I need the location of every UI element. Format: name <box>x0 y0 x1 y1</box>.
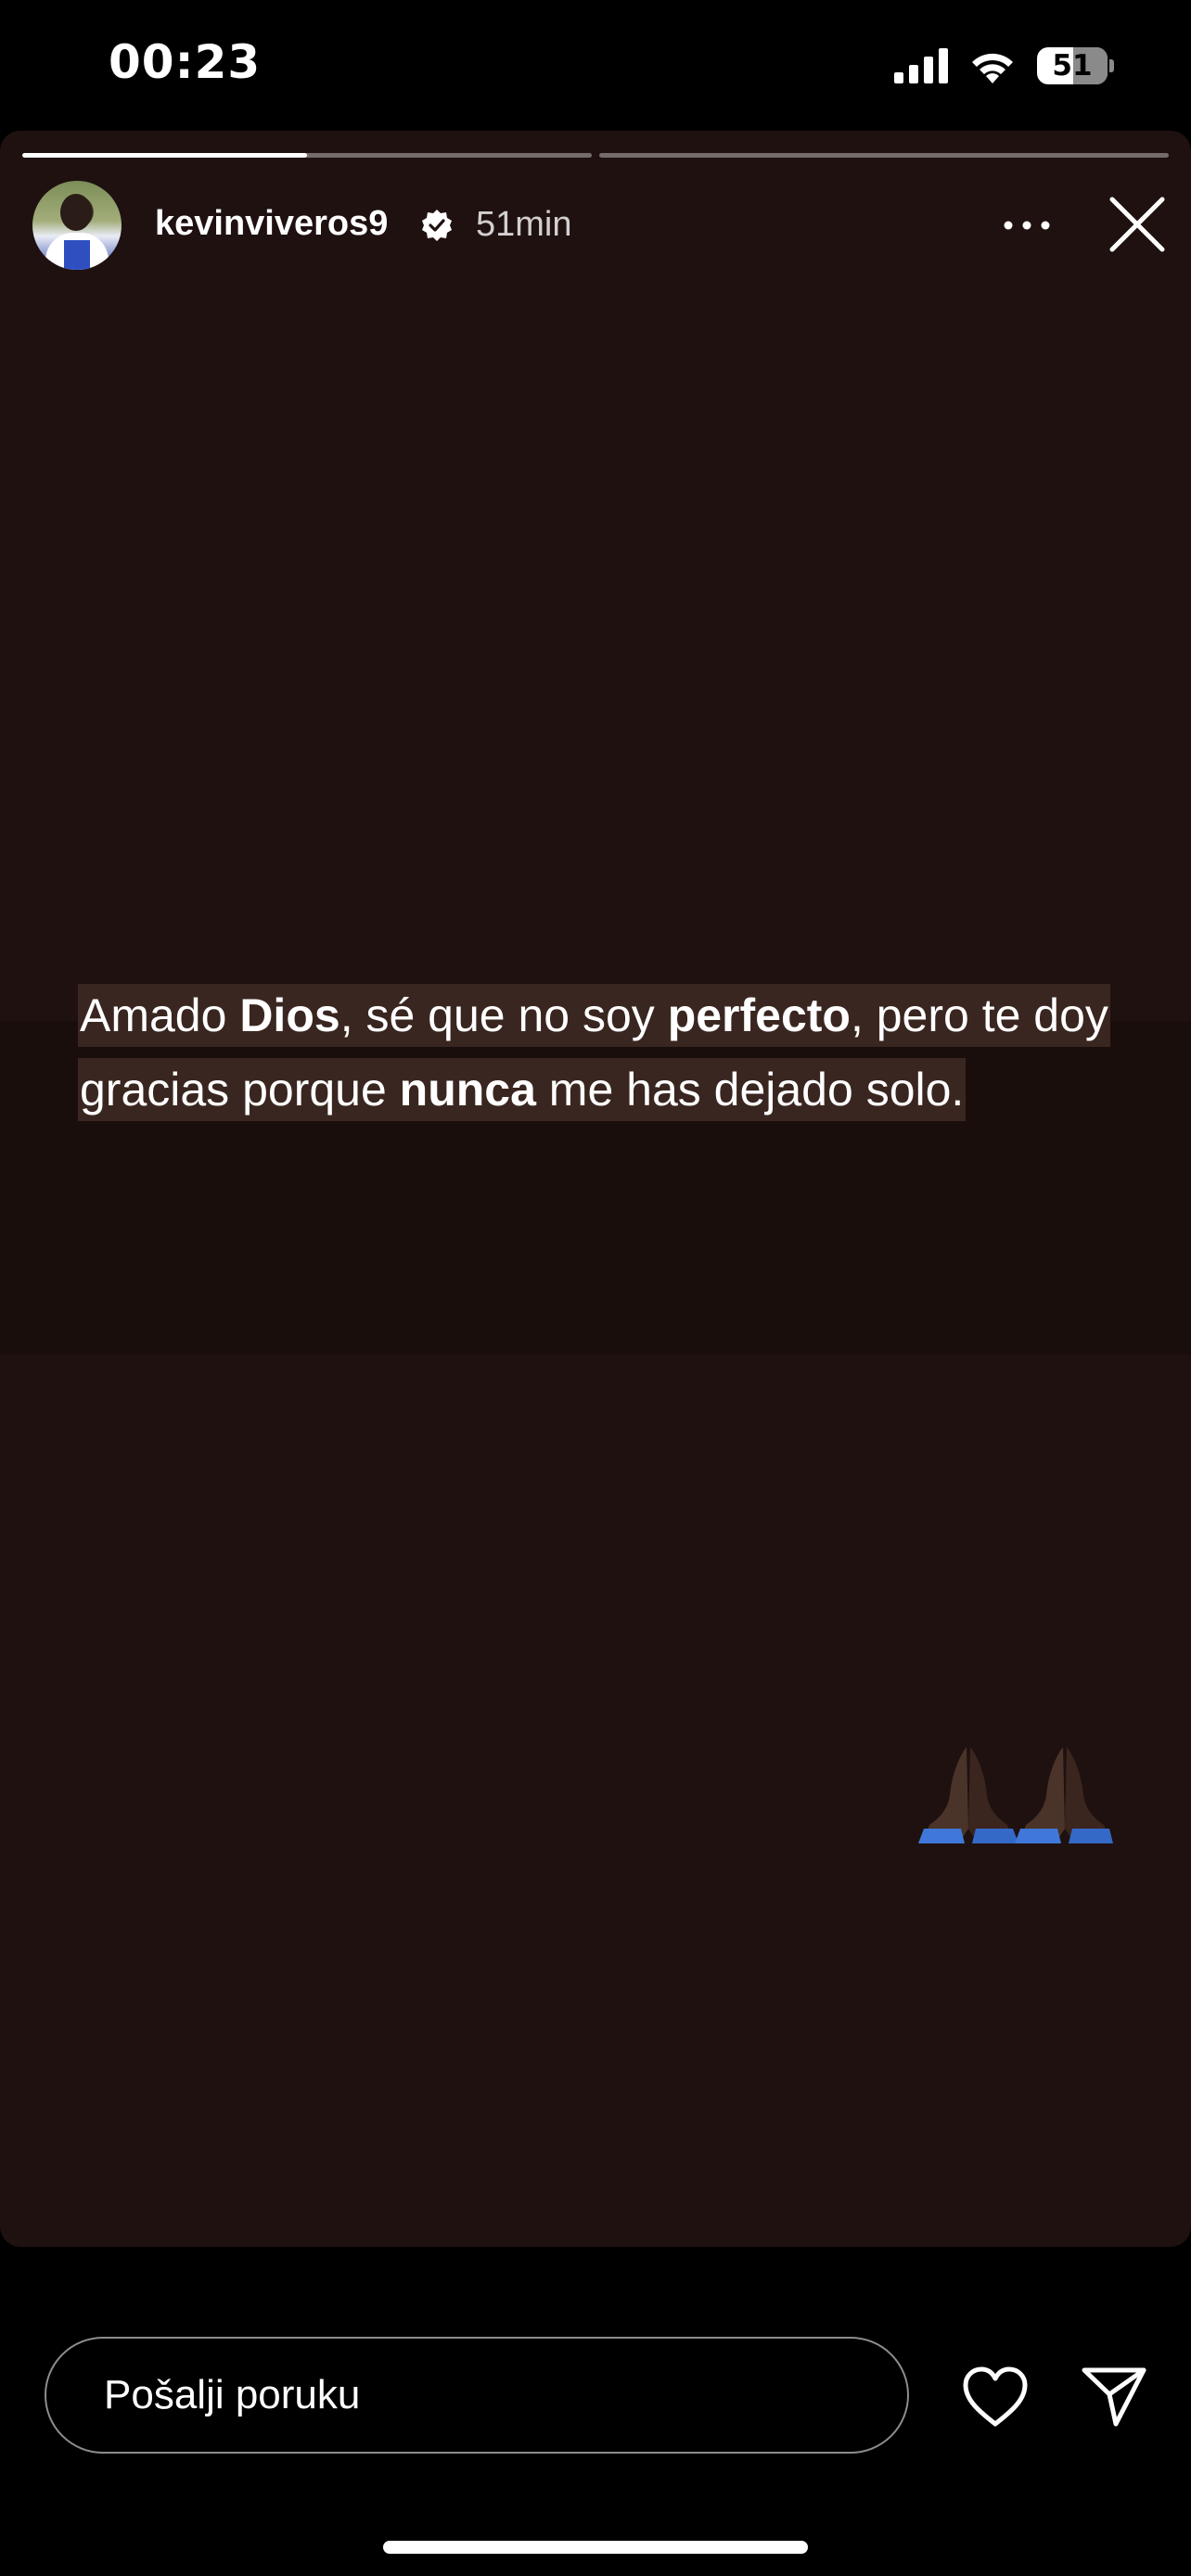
battery-level: 51 <box>1052 49 1093 83</box>
reply-placeholder: Pošalji poruku <box>104 2372 361 2417</box>
status-bar: 00:23 51 <box>0 0 1191 130</box>
home-indicator <box>383 2541 808 2554</box>
caption-part: , sé que no soy <box>339 989 668 1041</box>
status-time: 00:23 <box>109 35 262 89</box>
status-icons: 51 <box>894 43 1114 89</box>
avatar[interactable] <box>32 181 122 270</box>
heart-icon[interactable] <box>960 2365 1031 2429</box>
caption-part: me has dejado solo. <box>535 1064 965 1116</box>
progress-segment <box>599 153 1169 158</box>
story-time-ago: 51min <box>476 205 572 244</box>
story-header: kevinviveros9 51min <box>32 181 1165 270</box>
progress-segment <box>22 153 592 158</box>
story-viewer[interactable]: kevinviveros9 51min <box>0 131 1191 2247</box>
battery-icon: 51 <box>1037 47 1108 84</box>
close-icon[interactable] <box>1107 194 1168 255</box>
reply-input[interactable]: Pošalji poruku <box>45 2337 909 2454</box>
story-caption: Amado Dios, sé que no soy perfecto, pero… <box>78 978 1126 1127</box>
caption-part: perfecto <box>667 989 851 1041</box>
send-icon[interactable] <box>1081 2363 1147 2429</box>
wifi-icon <box>972 53 1013 83</box>
progress-fill <box>22 153 307 158</box>
caption-part: nunca <box>399 1064 536 1116</box>
praying-hands-emoji-icon <box>918 1747 1113 1843</box>
story-progress <box>22 153 1169 158</box>
more-options-icon[interactable] <box>999 207 1055 244</box>
caption-part: Amado <box>80 989 240 1041</box>
username[interactable]: kevinviveros9 <box>155 204 388 244</box>
battery-nub <box>1109 59 1114 72</box>
caption-part: Dios <box>239 989 340 1041</box>
signal-icon <box>894 48 948 83</box>
verified-badge-icon <box>422 210 452 241</box>
